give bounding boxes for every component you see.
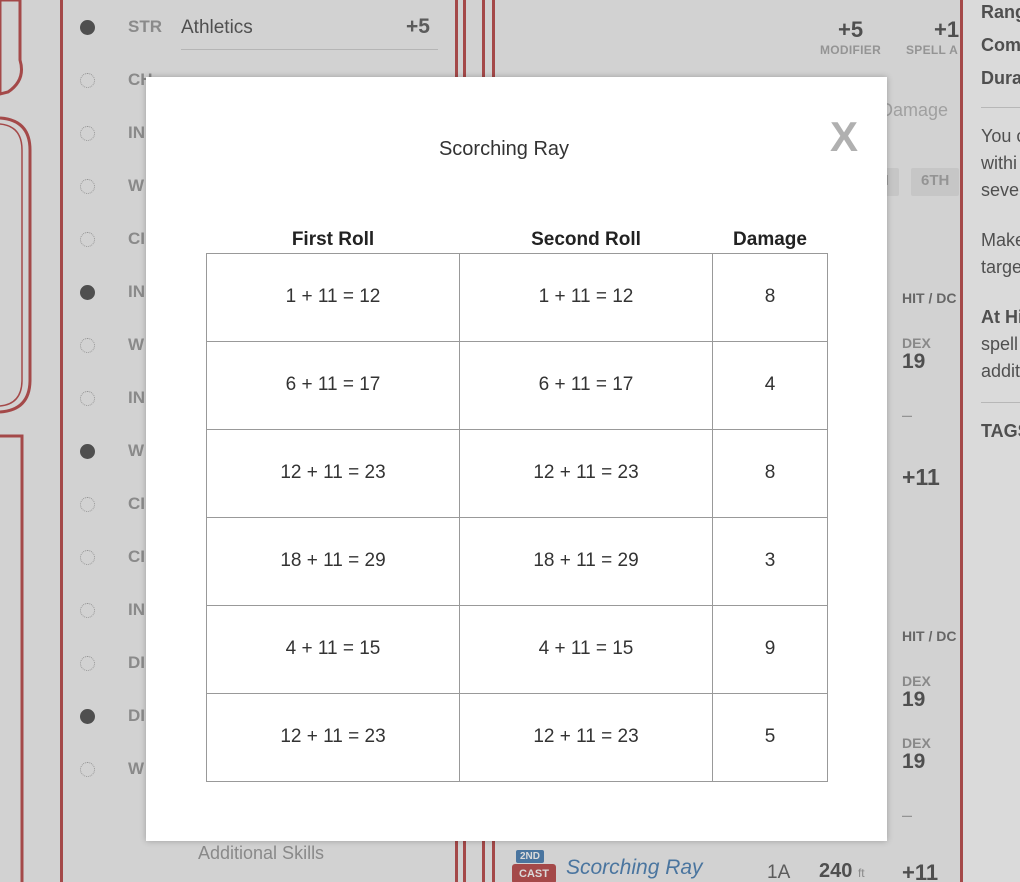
first-roll-cell: 12 + 11 = 23 bbox=[206, 692, 460, 782]
roll-results-table: First Roll Second Roll Damage 1 + 11 = 1… bbox=[206, 223, 828, 782]
first-roll-cell: 12 + 11 = 23 bbox=[206, 428, 460, 518]
damage-cell: 5 bbox=[712, 692, 828, 782]
close-button[interactable]: X bbox=[830, 113, 858, 161]
table-row: 12 + 11 = 23 12 + 11 = 23 8 bbox=[206, 428, 828, 518]
table-header-row: First Roll Second Roll Damage bbox=[207, 223, 828, 253]
second-roll-cell: 4 + 11 = 15 bbox=[459, 604, 713, 694]
first-roll-cell: 1 + 11 = 12 bbox=[206, 252, 460, 342]
second-roll-cell: 12 + 11 = 23 bbox=[459, 692, 713, 782]
damage-cell: 8 bbox=[712, 428, 828, 518]
damage-cell: 4 bbox=[712, 340, 828, 430]
damage-cell: 3 bbox=[712, 516, 828, 606]
roll-rows: 1 + 11 = 12 1 + 11 = 12 8 6 + 11 = 17 6 + 11… bbox=[206, 252, 828, 782]
second-roll-cell: 6 + 11 = 17 bbox=[459, 340, 713, 430]
damage-cell: 9 bbox=[712, 604, 828, 694]
table-row: 18 + 11 = 29 18 + 11 = 29 3 bbox=[206, 516, 828, 606]
second-roll-cell: 18 + 11 = 29 bbox=[459, 516, 713, 606]
roll-results-modal: Scorching Ray X First Roll Second Roll D… bbox=[146, 77, 887, 841]
column-header-first-roll: First Roll bbox=[291, 228, 375, 250]
first-roll-cell: 6 + 11 = 17 bbox=[206, 340, 460, 430]
modal-title: Scorching Ray bbox=[438, 138, 570, 160]
table-row: 4 + 11 = 15 4 + 11 = 15 9 bbox=[206, 604, 828, 694]
table-row: 12 + 11 = 23 12 + 11 = 23 5 bbox=[206, 692, 828, 782]
table-row: 6 + 11 = 17 6 + 11 = 17 4 bbox=[206, 340, 828, 430]
damage-cell: 8 bbox=[712, 252, 828, 342]
column-header-second-roll: Second Roll bbox=[531, 228, 641, 250]
column-header-damage: Damage bbox=[733, 228, 807, 250]
first-roll-cell: 4 + 11 = 15 bbox=[206, 604, 460, 694]
table-row: 1 + 11 = 12 1 + 11 = 12 8 bbox=[206, 252, 828, 342]
second-roll-cell: 12 + 11 = 23 bbox=[459, 428, 713, 518]
first-roll-cell: 18 + 11 = 29 bbox=[206, 516, 460, 606]
second-roll-cell: 1 + 11 = 12 bbox=[459, 252, 713, 342]
